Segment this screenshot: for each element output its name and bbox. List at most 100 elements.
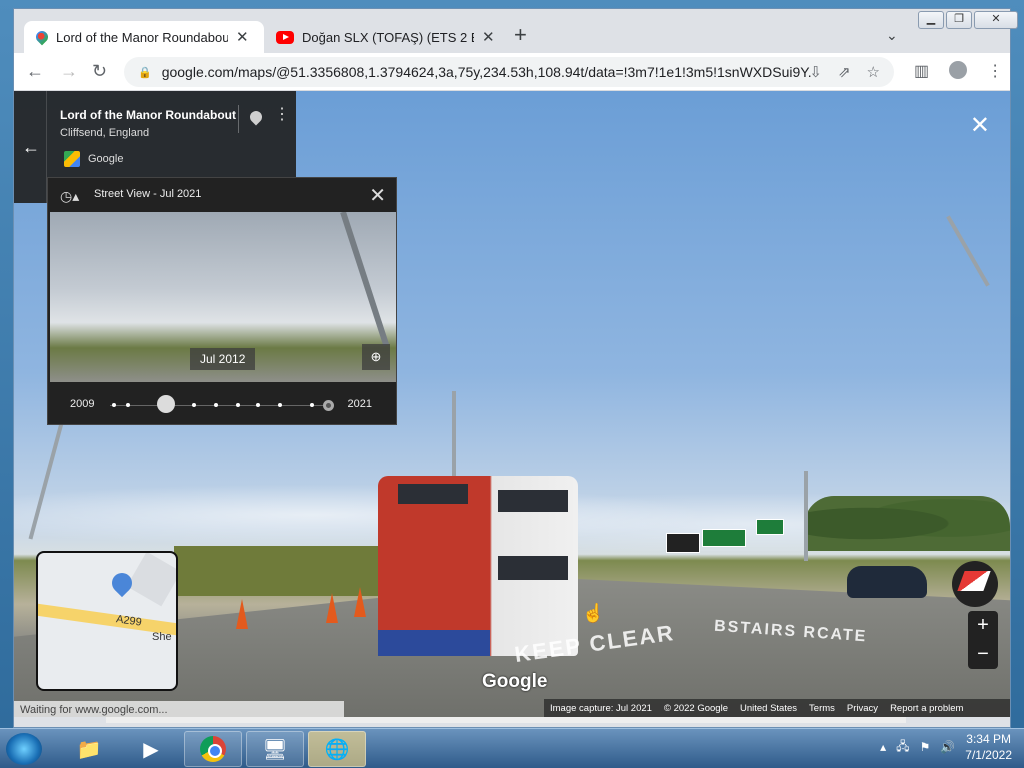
close-window-button[interactable]: ✕ — [974, 11, 1018, 29]
zoom-control: + − — [968, 611, 998, 669]
time-machine-title: Street View - Jul 2021 — [94, 188, 202, 200]
zoom-out-button[interactable]: − — [968, 640, 998, 669]
control-panel-icon[interactable]: 🖥 — [246, 731, 304, 767]
reload-icon[interactable]: ↻ — [92, 61, 107, 81]
mini-map[interactable]: A299 She — [36, 551, 178, 691]
street-label: She — [152, 631, 172, 643]
url-text: google.com/maps/@51.3356808,1.3794624,3a… — [161, 64, 812, 80]
close-tab-icon[interactable]: ✕ — [482, 28, 495, 46]
tab-title: Doğan SLX (TOFAŞ) (ETS 2 EDİT) — [302, 29, 474, 45]
street-view-canvas[interactable]: KEEP CLEAR BSTAIRS RCATE ← Lord of the M… — [14, 91, 1010, 717]
traffic-cone — [236, 599, 248, 629]
google-maps-logo-icon — [64, 151, 80, 167]
map-pin-icon[interactable] — [247, 108, 265, 126]
time-slider[interactable]: 2009 2021 — [48, 390, 396, 418]
zoom-in-button[interactable]: + — [968, 611, 998, 640]
slider-track[interactable] — [110, 405, 332, 406]
zoom-in-icon[interactable]: ⊕ — [362, 344, 390, 370]
bus-stripe — [378, 630, 490, 656]
slider-stop[interactable] — [236, 403, 240, 407]
bus-window — [498, 556, 568, 580]
slider-stop[interactable] — [278, 403, 282, 407]
window-controls: ▁ ❐ ✕ — [918, 11, 1020, 29]
minimize-button[interactable]: ▁ — [918, 11, 944, 29]
map-block — [126, 553, 176, 607]
more-options-icon[interactable]: ⋮ — [274, 107, 290, 123]
slider-stop[interactable] — [126, 403, 130, 407]
show-hidden-icons-icon[interactable]: ▴ — [880, 740, 886, 754]
report-problem-link[interactable]: Report a problem — [890, 703, 963, 714]
close-icon[interactable]: ✕ — [369, 183, 386, 208]
terms-link[interactable]: Terms — [809, 703, 835, 714]
install-icon[interactable]: ⇩ — [809, 63, 822, 81]
back-icon[interactable]: ← — [26, 61, 44, 81]
loading-status: Waiting for www.google.com... — [14, 701, 344, 717]
maximize-button[interactable]: ❐ — [946, 11, 972, 29]
hand-cursor-icon: ☝ — [582, 603, 605, 623]
double-decker-bus — [378, 476, 578, 656]
tab-strip: Lord of the Manor Roundabout - ✕ Doğan S… — [14, 9, 1018, 53]
slider-stop[interactable] — [192, 403, 196, 407]
parked-car — [847, 566, 927, 598]
forward-icon[interactable]: → — [60, 61, 78, 81]
road-sign — [756, 519, 784, 535]
clock[interactable]: 3:34 PM 7/1/2022 — [965, 731, 1012, 763]
image-capture-date: Image capture: Jul 2021 — [550, 702, 652, 714]
time-machine-preview[interactable]: Jul 2012 ⊕ — [50, 212, 396, 382]
back-arrow-icon[interactable]: ← — [22, 137, 40, 158]
tree-line — [804, 496, 1010, 551]
slider-stop[interactable] — [214, 403, 218, 407]
volume-icon[interactable]: 🔊 — [940, 740, 955, 754]
history-clock-icon[interactable]: ◷▴ — [60, 188, 79, 205]
horizontal-scrollbar[interactable] — [106, 717, 906, 723]
slider-stop[interactable] — [112, 403, 116, 407]
network-icon[interactable]: 🖧 — [896, 737, 909, 758]
explorer-icon[interactable]: 📁 — [60, 731, 118, 767]
slider-current-marker[interactable] — [323, 400, 334, 411]
source-label: Google — [88, 153, 124, 165]
traffic-cone — [326, 593, 338, 623]
tab-youtube[interactable]: Doğan SLX (TOFAŞ) (ETS 2 EDİT) ✕ — [266, 21, 506, 53]
place-subtitle: Cliffsend, England — [60, 127, 150, 139]
new-tab-button[interactable]: + — [514, 24, 527, 46]
bus-window — [398, 484, 468, 504]
tab-title: Lord of the Manor Roundabout - — [56, 29, 228, 45]
slider-knob[interactable] — [156, 395, 175, 413]
profile-avatar[interactable] — [949, 61, 968, 79]
location-pin-icon[interactable] — [107, 568, 137, 598]
google-maps-icon — [33, 28, 51, 46]
tab-search-button[interactable]: ⌄ — [886, 27, 898, 44]
start-button[interactable] — [6, 733, 42, 765]
side-panel-icon[interactable]: ▥ — [914, 61, 929, 81]
slider-stop[interactable] — [310, 403, 314, 407]
tab-google-maps[interactable]: Lord of the Manor Roundabout - ✕ — [24, 21, 264, 53]
share-icon[interactable]: ⇗ — [838, 63, 851, 81]
bookmark-star-icon[interactable]: ☆ — [867, 63, 880, 81]
google-logo: Google — [482, 671, 548, 692]
slider-stop[interactable] — [256, 403, 260, 407]
country-link[interactable]: United States — [740, 703, 797, 714]
media-player-icon[interactable]: ▶ — [122, 731, 180, 767]
browser-window: Lord of the Manor Roundabout - ✕ Doğan S… — [13, 8, 1018, 728]
network-app-icon[interactable]: 🌐 — [308, 731, 366, 767]
youtube-icon — [276, 30, 294, 44]
chrome-icon — [200, 736, 226, 762]
road-sign — [702, 529, 746, 547]
privacy-link[interactable]: Privacy — [847, 703, 878, 714]
action-center-flag-icon[interactable]: ⚑ — [920, 740, 931, 754]
place-title[interactable]: Lord of the Manor Roundabout — [60, 108, 236, 122]
toolbar-right: ▥ ⋮ — [914, 61, 1003, 81]
map-footer: Image capture: Jul 2021 © 2022 Google Un… — [544, 699, 1010, 717]
preview-lamp-post — [340, 212, 390, 347]
chrome-taskbar-button[interactable] — [184, 731, 242, 767]
menu-kebab-icon[interactable]: ⋮ — [987, 61, 1003, 81]
address-bar[interactable]: 🔒 google.com/maps/@51.3356808,1.3794624,… — [124, 57, 894, 87]
time-machine-header: ◷▴ Street View - Jul 2021 ✕ — [48, 178, 396, 212]
grass-verge — [174, 546, 404, 596]
system-tray: ▴ 🖧 ⚑ 🔊 3:34 PM 7/1/2022 — [880, 731, 1012, 763]
browser-toolbar: ← → ↻ 🔒 google.com/maps/@51.3356808,1.37… — [14, 53, 1010, 91]
compass-icon[interactable] — [952, 561, 998, 607]
lock-icon: 🔒 — [138, 66, 152, 79]
close-tab-icon[interactable]: ✕ — [236, 28, 249, 46]
close-street-view-icon[interactable]: ✕ — [970, 111, 990, 140]
